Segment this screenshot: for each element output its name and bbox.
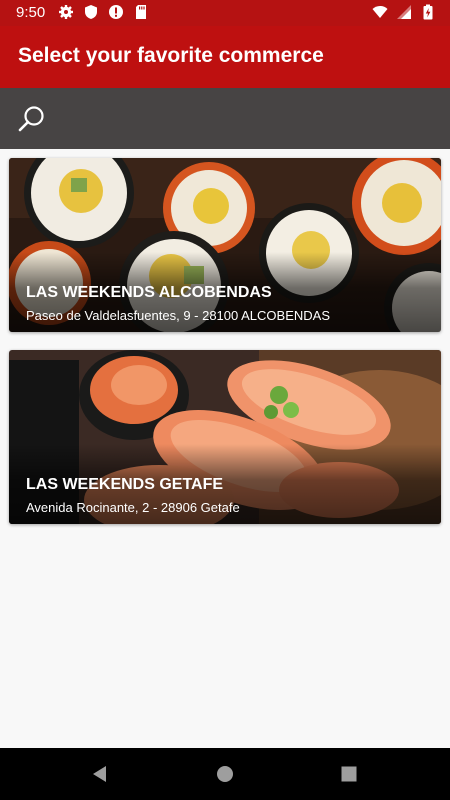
commerce-address: Avenida Rocinante, 2 - 28906 Getafe bbox=[26, 500, 240, 515]
wifi-icon bbox=[372, 6, 388, 18]
recents-icon bbox=[341, 766, 357, 782]
sd-card-icon bbox=[136, 5, 146, 19]
home-button[interactable] bbox=[213, 762, 237, 786]
gear-icon bbox=[59, 5, 73, 19]
recents-button[interactable] bbox=[337, 762, 361, 786]
search-button[interactable] bbox=[12, 100, 50, 138]
search-bar bbox=[0, 88, 450, 149]
status-time: 9:50 bbox=[16, 4, 46, 21]
status-bar: 9:50 bbox=[0, 0, 450, 26]
app-bar: Select your favorite commerce bbox=[0, 26, 450, 88]
commerce-name: LAS WEEKENDS ALCOBENDAS bbox=[26, 284, 272, 301]
status-notification-icons bbox=[58, 4, 149, 20]
back-icon bbox=[93, 766, 106, 782]
commerce-card[interactable]: LAS WEEKENDS ALCOBENDAS Paseo de Valdela… bbox=[9, 158, 441, 332]
navigation-bar bbox=[0, 748, 450, 800]
battery-icon bbox=[423, 4, 433, 20]
home-icon bbox=[217, 766, 233, 782]
page-title: Select your favorite commerce bbox=[18, 44, 324, 67]
status-system-icons bbox=[372, 4, 436, 20]
cellular-icon bbox=[397, 5, 411, 19]
commerce-card[interactable]: LAS WEEKENDS GETAFE Avenida Rocinante, 2… bbox=[9, 350, 441, 524]
shield-icon bbox=[85, 5, 97, 19]
back-button[interactable] bbox=[88, 762, 112, 786]
search-icon bbox=[18, 106, 44, 132]
alert-icon bbox=[109, 5, 123, 19]
commerce-name: LAS WEEKENDS GETAFE bbox=[26, 476, 224, 493]
commerce-address: Paseo de Valdelasfuentes, 9 - 28100 ALCO… bbox=[26, 308, 331, 323]
